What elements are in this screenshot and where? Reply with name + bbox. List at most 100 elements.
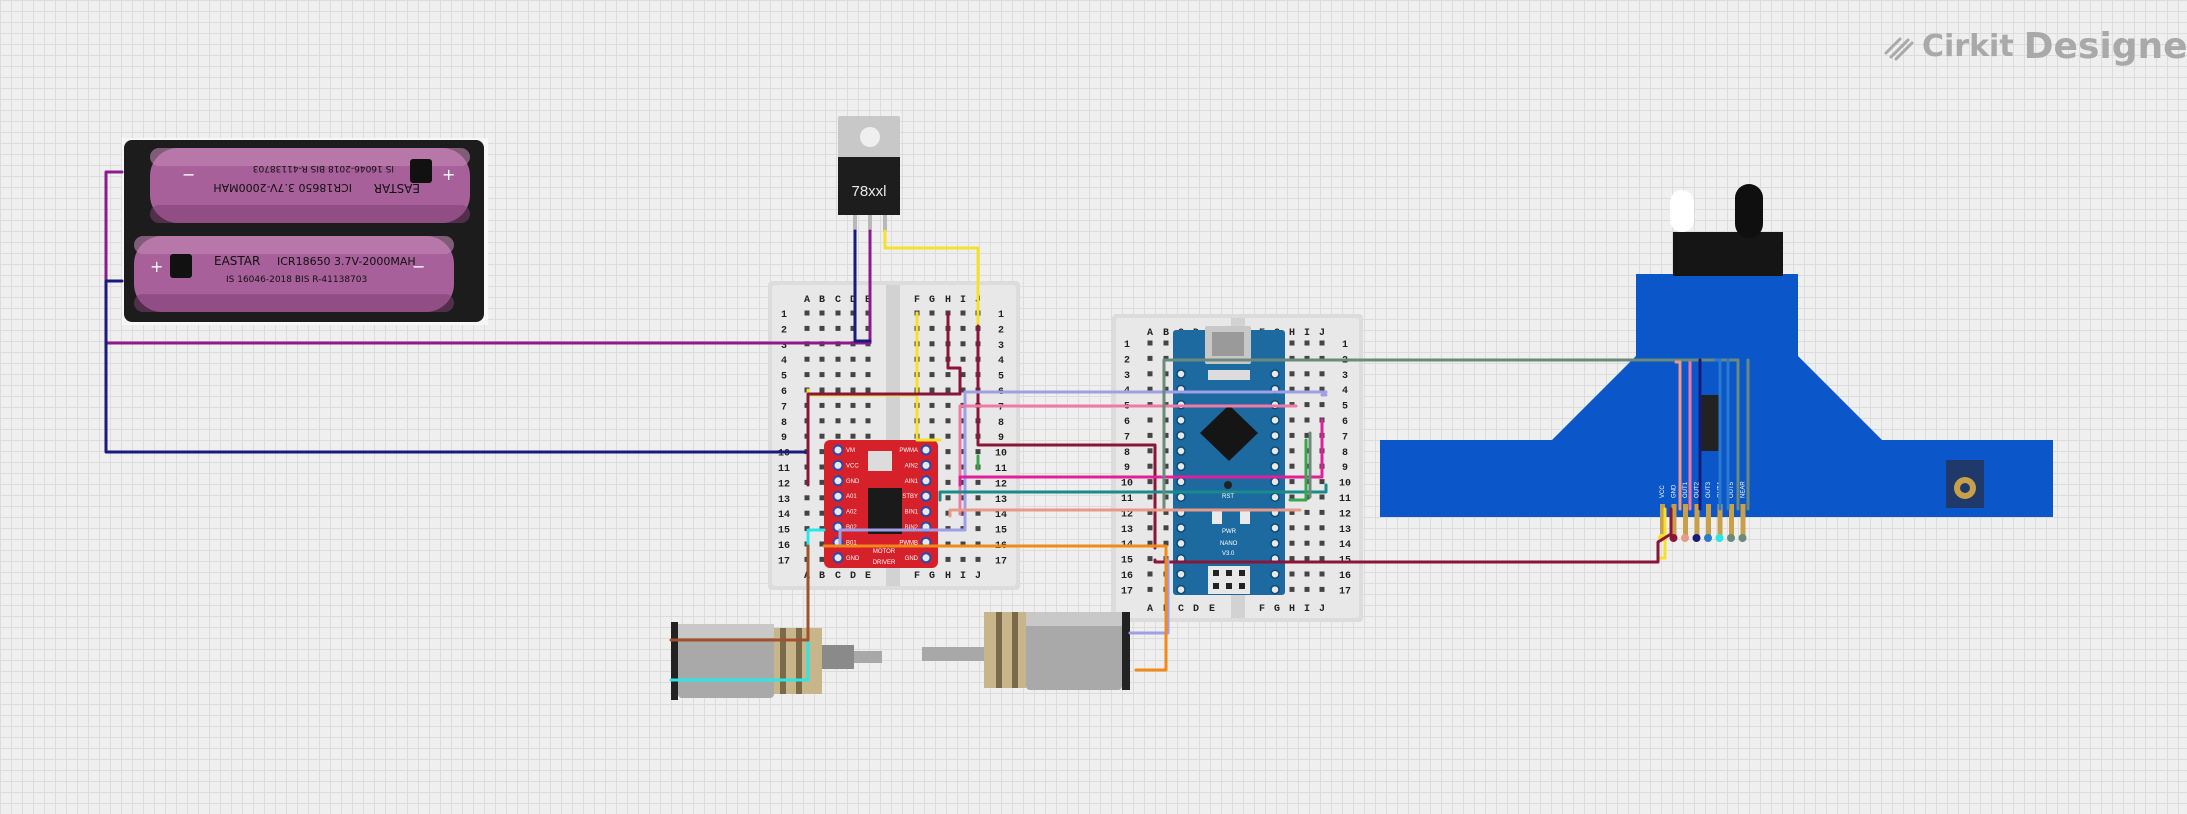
arduino-pin[interactable]: [1176, 477, 1186, 487]
bb-hole[interactable]: [804, 325, 810, 331]
bb-hole[interactable]: [835, 310, 841, 316]
bb-hole[interactable]: [1147, 571, 1153, 577]
sensor-pin-end[interactable]: [1738, 534, 1747, 542]
arduino-pin[interactable]: [1270, 461, 1280, 472]
bb-hole[interactable]: [865, 372, 871, 378]
bb-hole[interactable]: [865, 418, 871, 424]
bb-hole[interactable]: [819, 325, 825, 331]
arduino-pin[interactable]: [1270, 369, 1280, 379]
arduino-pin[interactable]: [1270, 477, 1280, 487]
bb-hole[interactable]: [1304, 402, 1310, 408]
arduino-pin[interactable]: [1176, 584, 1186, 595]
arduino-pin[interactable]: [1270, 569, 1280, 579]
bb-hole[interactable]: [850, 387, 856, 393]
bb-hole[interactable]: [850, 418, 856, 424]
bb-hole[interactable]: [929, 433, 935, 439]
bb-hole[interactable]: [945, 449, 951, 455]
arduino-pin[interactable]: [1176, 415, 1186, 425]
bb-hole[interactable]: [835, 402, 841, 408]
bb-hole[interactable]: [945, 372, 951, 378]
arduino-pin[interactable]: [1176, 569, 1186, 579]
arduino-pin[interactable]: [1270, 415, 1280, 425]
sensor-pin[interactable]: [1683, 504, 1688, 536]
bb-hole[interactable]: [1289, 340, 1295, 346]
battery-holder[interactable]: EASTAR ICR18650 3.7V-2000MAH IS 16046-20…: [122, 138, 488, 325]
bb-hole[interactable]: [975, 449, 981, 455]
bb-hole[interactable]: [1147, 340, 1153, 346]
driver-pin[interactable]: [832, 506, 844, 518]
bb-hole[interactable]: [945, 495, 951, 501]
bb-hole[interactable]: [1319, 525, 1325, 531]
bb-hole[interactable]: [804, 495, 810, 501]
driver-pin[interactable]: [832, 552, 844, 564]
bb-hole[interactable]: [1147, 556, 1153, 562]
bb-hole[interactable]: [1147, 355, 1153, 361]
bb-hole[interactable]: [929, 418, 935, 424]
reset-button[interactable]: [1224, 481, 1232, 489]
arduino-pin[interactable]: [1270, 430, 1280, 441]
bb-hole[interactable]: [835, 356, 841, 362]
bb-hole[interactable]: [819, 556, 825, 562]
bb-hole[interactable]: [1319, 540, 1325, 546]
bb-hole[interactable]: [819, 310, 825, 316]
bb-hole[interactable]: [1289, 432, 1295, 438]
bb-hole[interactable]: [960, 310, 966, 316]
bb-hole[interactable]: [1147, 432, 1153, 438]
bb-hole[interactable]: [819, 418, 825, 424]
sensor-pin-end[interactable]: [1715, 534, 1724, 542]
arduino-pin[interactable]: [1176, 369, 1186, 379]
bb-hole[interactable]: [1289, 448, 1295, 454]
bb-hole[interactable]: [819, 372, 825, 378]
bb-hole[interactable]: [1304, 340, 1310, 346]
sensor-pin-end[interactable]: [1681, 534, 1689, 542]
bb-hole[interactable]: [1289, 479, 1295, 485]
bb-hole[interactable]: [975, 526, 981, 532]
bb-hole[interactable]: [1304, 540, 1310, 546]
bb-hole[interactable]: [850, 433, 856, 439]
bb-hole[interactable]: [1304, 556, 1310, 562]
bb-hole[interactable]: [1147, 586, 1153, 592]
bb-hole[interactable]: [1289, 417, 1295, 423]
bb-hole[interactable]: [819, 495, 825, 501]
voltage-regulator[interactable]: 78xxl: [838, 116, 900, 231]
bb-hole[interactable]: [865, 402, 871, 408]
bb-hole[interactable]: [1319, 509, 1325, 515]
bb-hole[interactable]: [1147, 371, 1153, 377]
bb-hole[interactable]: [945, 556, 951, 562]
arduino-pin[interactable]: [1176, 492, 1186, 502]
bb-hole[interactable]: [929, 372, 935, 378]
bb-hole[interactable]: [835, 325, 841, 331]
bb-hole[interactable]: [1289, 556, 1295, 562]
bb-hole[interactable]: [1319, 556, 1325, 562]
bb-hole[interactable]: [929, 310, 935, 316]
bb-hole[interactable]: [850, 372, 856, 378]
schematic-canvas[interactable]: EASTAR ICR18650 3.7V-2000MAH IS 16046-20…: [0, 0, 2187, 814]
sensor-pin-end[interactable]: [1704, 534, 1712, 542]
bb-hole[interactable]: [1304, 371, 1310, 377]
arduino-pin[interactable]: [1270, 446, 1280, 456]
bb-hole[interactable]: [1319, 340, 1325, 346]
gear-motor-left[interactable]: [671, 622, 882, 700]
bb-hole[interactable]: [945, 464, 951, 470]
driver-pin[interactable]: [920, 552, 932, 564]
bb-hole[interactable]: [1304, 525, 1310, 531]
bb-hole[interactable]: [1319, 371, 1325, 377]
arduino-nano[interactable]: RST PWR NANO V3.0: [1173, 326, 1285, 595]
bb-hole[interactable]: [929, 325, 935, 331]
bb-hole[interactable]: [1289, 586, 1295, 592]
bb-hole[interactable]: [929, 356, 935, 362]
bb-hole[interactable]: [1147, 448, 1153, 454]
bb-hole[interactable]: [1163, 525, 1169, 531]
bb-hole[interactable]: [1319, 571, 1325, 577]
bb-hole[interactable]: [850, 356, 856, 362]
bb-hole[interactable]: [804, 510, 810, 516]
bb-hole[interactable]: [819, 464, 825, 470]
bb-hole[interactable]: [975, 556, 981, 562]
bb-hole[interactable]: [835, 372, 841, 378]
driver-pin[interactable]: [832, 490, 844, 502]
driver-pin[interactable]: [920, 506, 932, 518]
bb-hole[interactable]: [819, 387, 825, 393]
bb-hole[interactable]: [1319, 402, 1325, 408]
bb-hole[interactable]: [1319, 586, 1325, 592]
ir-sensor-array[interactable]: VCC GND OUT1 OUT2 OUT3 OUT4 OUT5 NEAR: [1380, 184, 2053, 542]
